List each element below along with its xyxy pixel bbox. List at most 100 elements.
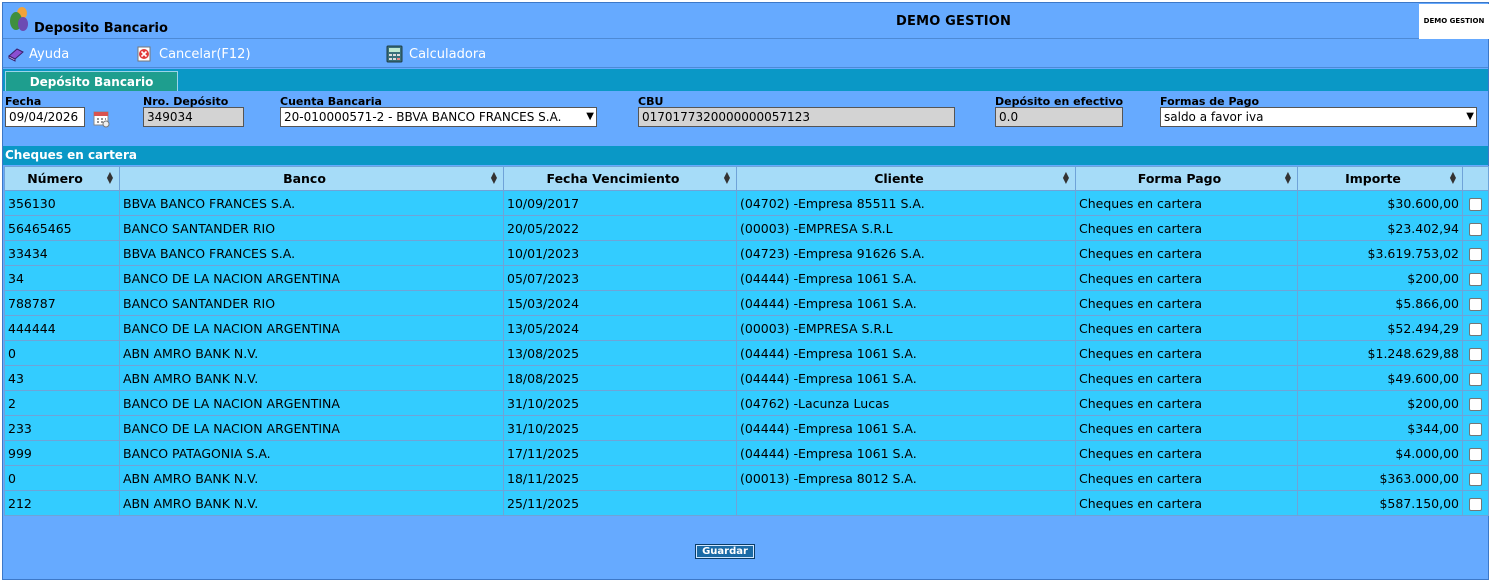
save-button[interactable]: Guardar (695, 544, 755, 559)
cell-numero: 56465465 (4, 215, 120, 241)
row-select-checkbox[interactable] (1469, 498, 1482, 511)
cell-banco: ABN AMRO BANK N.V. (119, 340, 504, 366)
cuenta-bancaria-select[interactable]: 20-010000571-2 - BBVA BANCO FRANCES S.A.… (280, 107, 597, 127)
table-row[interactable]: 0 ABN AMRO BANK N.V. 13/08/2025 (04444) -Em… (4, 340, 1489, 366)
table-row[interactable]: 2 BANCO DE LA NACION ARGENTINA 31/10/2025(… (4, 390, 1489, 416)
title-bar: Deposito Bancario DEMO GESTION DEMO GEST… (3, 3, 1489, 39)
cell-cliente: (00003) -EMPRESA S.R.L (736, 315, 1076, 341)
calendar-icon[interactable] (91, 108, 111, 128)
cell-importe: $49.600,00 (1297, 365, 1463, 391)
cell-cliente: (04444) -Empresa 1061 S.A. (736, 265, 1076, 291)
cell-forma-pago: Cheques en cartera (1075, 490, 1298, 516)
column-fecha-vencimiento-label: Fecha Vencimiento (546, 171, 680, 186)
table-row[interactable]: 999 BANCO PATAGONIA S.A. 17/11/2025 (04444)… (4, 440, 1489, 466)
cell-forma-pago: Cheques en cartera (1075, 290, 1298, 316)
cell-fecha-vencimiento: 25/11/2025 (503, 490, 737, 516)
table-row[interactable]: 43 ABN AMRO BANK N.V. 18/08/2025 (04444) -E… (4, 365, 1489, 391)
cell-importe: $23.402,94 (1297, 215, 1463, 241)
table-row[interactable]: 233 BANCO DE LA NACION ARGENTINA 31/10/202… (4, 415, 1489, 441)
cell-importe: $30.600,00 (1297, 190, 1463, 216)
cell-select (1462, 415, 1489, 441)
cell-fecha-vencimiento: 31/10/2025 (503, 390, 737, 416)
table-row[interactable]: 34 BANCO DE LA NACION ARGENTINA 05/07/2023… (4, 265, 1489, 291)
cell-forma-pago: Cheques en cartera (1075, 365, 1298, 391)
cell-fecha-vencimiento: 13/08/2025 (503, 340, 737, 366)
column-numero[interactable]: Número ▲ ▼ (4, 166, 120, 191)
row-select-checkbox[interactable] (1469, 348, 1482, 361)
row-select-checkbox[interactable] (1469, 198, 1482, 211)
cell-forma-pago: Cheques en cartera (1075, 390, 1298, 416)
cell-forma-pago: Cheques en cartera (1075, 190, 1298, 216)
cell-banco: BANCO PATAGONIA S.A. (119, 440, 504, 466)
row-select-checkbox[interactable] (1469, 423, 1482, 436)
cell-select (1462, 340, 1489, 366)
cell-select (1462, 390, 1489, 416)
cell-importe: $200,00 (1297, 265, 1463, 291)
cell-fecha-vencimiento: 15/03/2024 (503, 290, 737, 316)
table-row[interactable]: 444444 BANCO DE LA NACION ARGENTINA 13/05/… (4, 315, 1489, 341)
help-book-icon (8, 48, 24, 62)
cell-forma-pago: Cheques en cartera (1075, 415, 1298, 441)
menu-calculadora-label: Calculadora (409, 46, 487, 62)
table-row[interactable]: 33434 BBVA BANCO FRANCES S.A. 10/01/2023 (0… (4, 240, 1489, 266)
formas-pago-value: saldo a favor iva (1164, 110, 1264, 124)
cell-cliente: (04723) -Empresa 91626 S.A. (736, 240, 1076, 266)
nro-deposito-field[interactable]: 349034 (143, 107, 244, 127)
fecha-field[interactable]: 09/04/2026 (5, 107, 85, 127)
menu-ayuda[interactable]: Ayuda (7, 45, 69, 63)
cancel-icon (137, 46, 151, 62)
cell-forma-pago: Cheques en cartera (1075, 440, 1298, 466)
tab-strip: Depósito Bancario (3, 69, 1488, 91)
table-row[interactable]: 212 ABN AMRO BANK N.V. 25/11/2025 Cheques e… (4, 490, 1489, 516)
cell-banco: BANCO DE LA NACION ARGENTINA (119, 315, 504, 341)
row-select-checkbox[interactable] (1469, 398, 1482, 411)
table-row[interactable]: 356130 BBVA BANCO FRANCES S.A. 10/09/2017(… (4, 190, 1489, 216)
row-select-checkbox[interactable] (1469, 448, 1482, 461)
row-select-checkbox[interactable] (1469, 323, 1482, 336)
window: Deposito Bancario DEMO GESTION DEMO GEST… (2, 2, 1489, 580)
column-cliente[interactable]: Cliente ▲ ▼ (736, 166, 1076, 191)
page-title: Deposito Bancario (34, 21, 168, 36)
cell-fecha-vencimiento: 20/05/2022 (503, 215, 737, 241)
cell-importe: $344,00 (1297, 415, 1463, 441)
cell-banco: ABN AMRO BANK N.V. (119, 365, 504, 391)
column-fecha-vencimiento[interactable]: Fecha Vencimiento ▲ ▼ (503, 166, 737, 191)
row-select-checkbox[interactable] (1469, 373, 1482, 386)
table-row[interactable]: 0 ABN AMRO BANK N.V. 18/11/2025 (00013) -Em… (4, 465, 1489, 491)
cuenta-bancaria-value: 20-010000571-2 - BBVA BANCO FRANCES S.A. (284, 110, 562, 124)
cell-numero: 356130 (4, 190, 120, 216)
column-numero-label: Número (27, 171, 83, 186)
cell-importe: $3.619.753,02 (1297, 240, 1463, 266)
cell-select (1462, 315, 1489, 341)
menu-cancelar[interactable]: Cancelar(F12) (135, 45, 251, 63)
cell-fecha-vencimiento: 31/10/2025 (503, 415, 737, 441)
cell-banco: ABN AMRO BANK N.V. (119, 490, 504, 516)
company-logo: DEMO GESTION (1419, 4, 1489, 39)
cell-numero: 33434 (4, 240, 120, 266)
cell-select (1462, 190, 1489, 216)
table-row[interactable]: 788787 BANCO SANTANDER RIO 15/03/2024 (0444… (4, 290, 1489, 316)
cell-importe: $200,00 (1297, 390, 1463, 416)
cell-cliente: (04444) -Empresa 1061 S.A. (736, 340, 1076, 366)
deposito-efectivo-field[interactable]: 0.0 (995, 107, 1123, 127)
cell-cliente: (04444) -Empresa 1061 S.A. (736, 415, 1076, 441)
menu-calculadora[interactable]: Calculadora (385, 45, 486, 63)
cbu-field[interactable]: 0170177320000000057123 (638, 107, 955, 127)
tab-deposito-bancario[interactable]: Depósito Bancario (5, 71, 178, 91)
column-importe[interactable]: Importe ▲ ▼ (1297, 166, 1463, 191)
cell-fecha-vencimiento: 18/11/2025 (503, 465, 737, 491)
row-select-checkbox[interactable] (1469, 248, 1482, 261)
cell-banco: BANCO SANTANDER RIO (119, 215, 504, 241)
row-select-checkbox[interactable] (1469, 473, 1482, 486)
row-select-checkbox[interactable] (1469, 273, 1482, 286)
column-banco[interactable]: Banco ▲ ▼ (119, 166, 504, 191)
formas-pago-select[interactable]: saldo a favor iva ▼ (1160, 107, 1477, 127)
table-row[interactable]: 56465465 BANCO SANTANDER RIO 20/05/2022 (00… (4, 215, 1489, 241)
cell-numero: 2 (4, 390, 120, 416)
cell-banco: BANCO DE LA NACION ARGENTINA (119, 415, 504, 441)
row-select-checkbox[interactable] (1469, 223, 1482, 236)
table-header-row: Número ▲ ▼ Banco ▲ ▼ Fecha Vencimiento ▲ ▼ Cli… (4, 166, 1489, 191)
app-logo-icon (10, 7, 28, 31)
column-forma-pago[interactable]: Forma Pago ▲ ▼ (1075, 166, 1298, 191)
row-select-checkbox[interactable] (1469, 298, 1482, 311)
